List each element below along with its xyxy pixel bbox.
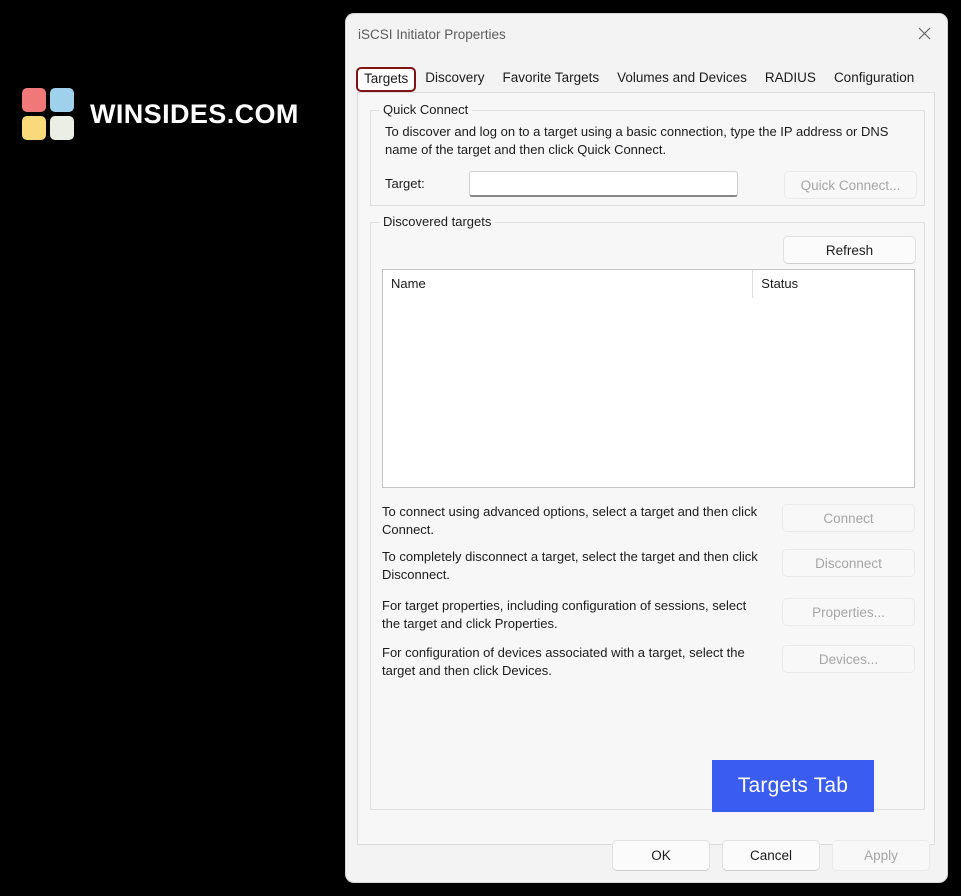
refresh-button-label: Refresh [825, 242, 874, 258]
tab-configuration[interactable]: Configuration [825, 65, 923, 92]
winsides-logo-icon [22, 88, 74, 140]
logo-tile-top-right [50, 88, 74, 112]
tab-configuration-label: Configuration [833, 70, 915, 85]
properties-button-label: Properties... [812, 604, 885, 620]
logo-tile-bottom-right [50, 116, 74, 140]
tab-radius[interactable]: RADIUS [756, 65, 825, 92]
connect-description: To connect using advanced options, selec… [382, 504, 758, 537]
disconnect-button-label: Disconnect [815, 555, 882, 571]
target-field-label: Target: [385, 176, 425, 191]
connect-button-label: Connect [823, 510, 874, 526]
footer-button-group: OK Cancel Apply [612, 840, 930, 871]
discovered-targets-legend: Discovered targets [379, 214, 496, 230]
cancel-button-label: Cancel [749, 848, 793, 863]
targets-tab-callout-label: Targets Tab [737, 774, 849, 797]
brand-name: WINSIDES.COM [90, 98, 299, 129]
targets-tab-callout: Targets Tab [712, 760, 874, 812]
ok-button-label: OK [651, 848, 671, 863]
tab-targets-label: Targets [364, 71, 409, 86]
listbox-header: Name Status [383, 270, 914, 298]
disconnect-button[interactable]: Disconnect [782, 549, 915, 577]
title-bar: iSCSI Initiator Properties [346, 14, 947, 58]
brand-watermark: WINSIDES.COM [22, 88, 299, 140]
refresh-row: Refresh [783, 236, 916, 264]
tab-volumes-and-devices-label: Volumes and Devices [617, 70, 747, 85]
column-header-status[interactable]: Status [752, 270, 914, 298]
tab-volumes-and-devices[interactable]: Volumes and Devices [608, 65, 756, 92]
tab-targets[interactable]: Targets [356, 67, 417, 92]
logo-tile-top-left [22, 88, 46, 112]
devices-button[interactable]: Devices... [782, 645, 915, 673]
connect-button[interactable]: Connect [782, 504, 915, 532]
apply-button[interactable]: Apply [832, 840, 930, 871]
tab-radius-label: RADIUS [764, 70, 816, 85]
devices-description: For configuration of devices associated … [382, 645, 745, 678]
dialog-footer: OK Cancel Apply [346, 828, 947, 882]
refresh-button[interactable]: Refresh [783, 236, 916, 264]
quick-connect-legend: Quick Connect [379, 102, 473, 118]
target-input[interactable] [469, 171, 738, 197]
targets-tab-panel: Quick Connect To discover and log on to … [357, 92, 935, 845]
logo-tile-bottom-left [22, 116, 46, 140]
quick-connect-button-label: Quick Connect... [800, 177, 901, 193]
iscsi-initiator-properties-dialog: iSCSI Initiator Properties Targets Disco… [346, 14, 947, 882]
close-icon[interactable] [901, 14, 947, 52]
apply-button-label: Apply [864, 848, 898, 863]
window-title: iSCSI Initiator Properties [358, 27, 506, 42]
quick-connect-description: To discover and log on to a target using… [385, 124, 889, 157]
tab-favorite-targets[interactable]: Favorite Targets [494, 65, 609, 92]
devices-button-label: Devices... [818, 651, 879, 667]
tab-strip: Targets Discovery Favorite Targets Volum… [356, 66, 938, 92]
tab-favorite-targets-label: Favorite Targets [502, 70, 600, 85]
disconnect-description: To completely disconnect a target, selec… [382, 549, 758, 582]
cancel-button[interactable]: Cancel [722, 840, 820, 871]
column-header-name[interactable]: Name [383, 270, 752, 298]
properties-button[interactable]: Properties... [782, 598, 915, 626]
tab-discovery-label: Discovery [425, 70, 485, 85]
discovered-targets-group: Discovered targets Refresh Name Status T… [370, 214, 925, 810]
quick-connect-row: Target: Quick Connect... [385, 171, 917, 199]
quick-connect-button[interactable]: Quick Connect... [784, 171, 917, 199]
screen: WINSIDES.COM iSCSI Initiator Properties … [0, 0, 961, 896]
discovered-targets-listbox[interactable]: Name Status [382, 269, 915, 488]
tab-discovery[interactable]: Discovery [416, 65, 493, 92]
listbox-rows [383, 298, 914, 487]
properties-description: For target properties, including configu… [382, 598, 747, 631]
quick-connect-group: Quick Connect To discover and log on to … [370, 102, 925, 206]
ok-button[interactable]: OK [612, 840, 710, 871]
